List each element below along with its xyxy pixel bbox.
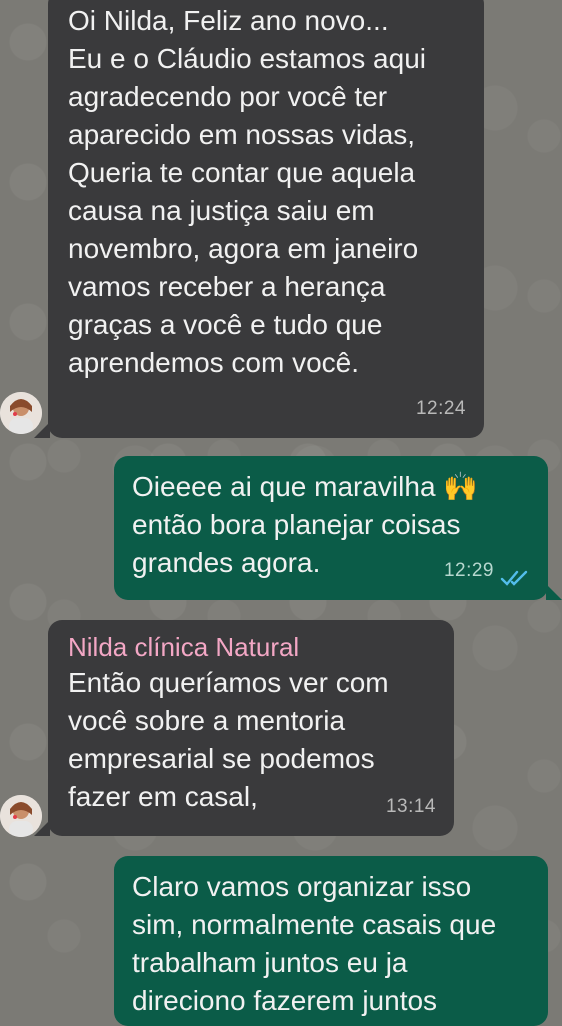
incoming-message[interactable]: Nilda clínica Natural Então queríamos ve…	[48, 620, 454, 836]
message-time: 13:14	[385, 796, 436, 817]
incoming-message[interactable]: Oi Nilda, Feliz ano novo... Eu e o Cláud…	[48, 0, 484, 438]
contact-avatar[interactable]	[0, 795, 42, 837]
outgoing-message[interactable]: Claro vamos organizar isso sim, normalme…	[114, 856, 548, 1026]
message-text: Então queríamos ver com você sobre a men…	[68, 667, 389, 812]
contact-avatar[interactable]	[0, 392, 42, 434]
outgoing-message[interactable]: Oieeee ai que maravilha 🙌 então bora pla…	[114, 456, 548, 600]
bubble-tail	[546, 584, 562, 600]
sender-name[interactable]: Nilda clínica Natural	[68, 630, 434, 664]
message-text: Oi Nilda, Feliz ano novo... Eu e o Cláud…	[68, 5, 426, 378]
message-text: Claro vamos organizar isso sim, normalme…	[132, 871, 497, 1016]
read-receipt-icon	[500, 570, 528, 586]
message-time: 12:29	[443, 560, 494, 581]
message-time: 12:24	[415, 398, 466, 419]
